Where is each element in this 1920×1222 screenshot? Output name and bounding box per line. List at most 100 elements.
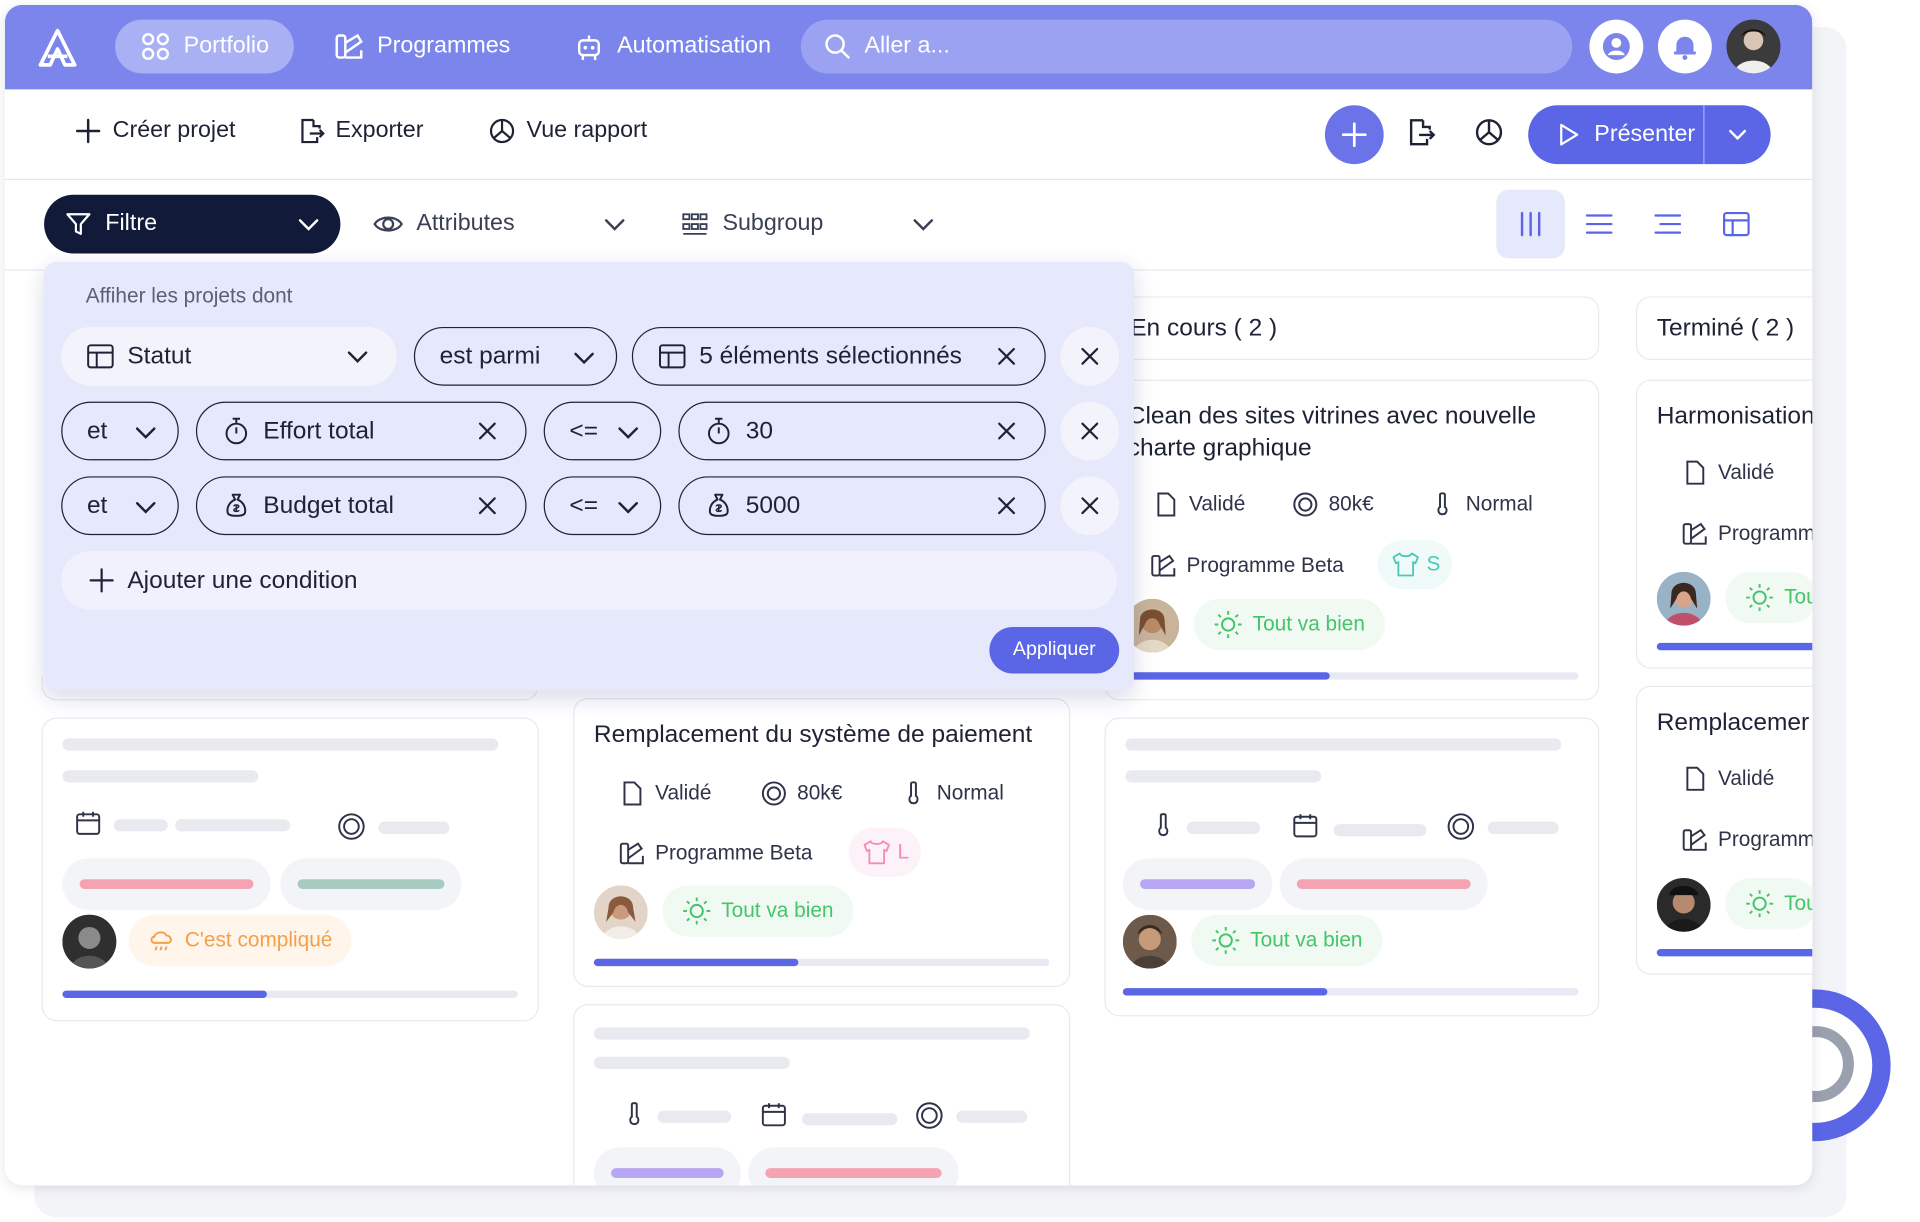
global-search-input[interactable]: Aller a... [800, 19, 1573, 74]
assignee-avatar [62, 914, 117, 969]
present-split-button: Présenter [1528, 105, 1771, 165]
left-card-2[interactable]: C'est compliqué [41, 717, 539, 1022]
nav-programmes[interactable]: Programmes [309, 20, 535, 74]
plus-icon [1341, 122, 1367, 148]
priority-label: Normal [936, 781, 1004, 805]
present-button[interactable]: Présenter [1528, 105, 1705, 165]
health-badge: C'est compliqué [128, 914, 352, 967]
filter-field-label: Effort total [263, 416, 375, 444]
plus-icon [89, 568, 114, 593]
table-icon [659, 344, 686, 369]
remove-condition-button[interactable] [1060, 401, 1120, 461]
filter-field-select[interactable]: Budget total [195, 476, 527, 536]
filter-connector-select[interactable]: et [61, 476, 179, 536]
assignee-avatar [1122, 914, 1177, 969]
notifications-button[interactable] [1657, 19, 1712, 74]
remove-condition-button[interactable] [1060, 476, 1120, 536]
filter-bar: Filtre Attributes Subgroup [4, 180, 1813, 271]
attributes-dropdown[interactable]: Attributes [355, 194, 647, 254]
project-card-payment[interactable]: Remplacement du système de paiement Vali… [573, 697, 1071, 987]
filter-operator-select[interactable]: <= [543, 476, 662, 536]
middle-card-2[interactable] [573, 1004, 1071, 1186]
nav-portfolio[interactable]: Portfolio [115, 19, 294, 74]
project-card-en-cours-2[interactable]: Tout va bien [1104, 717, 1600, 1017]
nav-automatisation-label: Automatisation [617, 33, 772, 59]
health-label: Tout va bien [1250, 928, 1363, 952]
create-project-button[interactable]: Créer projet [73, 116, 236, 145]
filter-panel-label: Affiher les projets dont [85, 284, 293, 308]
filter-connector-select[interactable]: et [61, 401, 179, 461]
user-icon [1602, 33, 1630, 61]
progress-fill [62, 990, 268, 998]
health-label: C'est compliqué [184, 928, 333, 952]
add-floating-button[interactable] [1324, 105, 1384, 165]
column-header-termine[interactable]: Terminé ( 2 ) [1635, 296, 1813, 361]
project-card-remplacement[interactable]: Remplacemer Validé Programm Tou [1635, 685, 1813, 975]
filter-field-label: Budget total [263, 491, 394, 519]
export-label: Exporter [335, 117, 424, 144]
portfolio-icon [142, 33, 169, 61]
close-icon[interactable] [474, 492, 501, 519]
report-view-button[interactable]: Vue rapport [487, 116, 647, 145]
filter-field-select[interactable]: Statut [61, 326, 397, 386]
status-label: Validé [655, 781, 712, 805]
report-icon-button[interactable] [1465, 108, 1514, 157]
status-meta: Validé [1152, 491, 1245, 518]
column-header-en-cours[interactable]: En cours ( 2 ) [1104, 296, 1600, 361]
close-icon[interactable] [993, 343, 1020, 370]
nav-automatisation[interactable]: Automatisation [549, 20, 796, 74]
robot-icon [577, 35, 601, 61]
health-badge: Tout va bien [662, 885, 854, 937]
export-button[interactable]: Exporter [296, 116, 423, 145]
coins-icon [916, 1102, 943, 1129]
money-bag-icon [226, 493, 247, 517]
coins-icon [1293, 492, 1318, 517]
apply-filter-button[interactable]: Appliquer [989, 626, 1120, 674]
remove-condition-button[interactable] [1060, 326, 1120, 386]
document-icon [1686, 766, 1705, 791]
filter-operator-label: <= [569, 491, 598, 519]
app-logo-icon[interactable] [37, 27, 79, 69]
create-project-label: Créer projet [112, 117, 236, 144]
chevron-down-icon [135, 502, 156, 514]
status-meta: Validé [618, 780, 711, 807]
profile-button[interactable] [1589, 19, 1644, 74]
skeleton-line [378, 821, 450, 834]
skeleton-tag [1122, 858, 1273, 910]
progress-fill [1122, 988, 1328, 996]
card-title-line2: charte graphique [1127, 434, 1312, 462]
skeleton-line [1186, 821, 1261, 834]
close-icon[interactable] [474, 418, 501, 445]
filter-dropdown[interactable]: Filtre [44, 194, 341, 254]
close-icon[interactable] [993, 492, 1020, 519]
skeleton-line [62, 738, 499, 751]
view-list-button[interactable] [1565, 190, 1634, 259]
view-kanban-button[interactable] [1496, 189, 1565, 259]
filter-field-select[interactable]: Effort total [195, 401, 527, 461]
stopwatch-icon [708, 417, 730, 445]
status-meta: Validé [1681, 459, 1774, 486]
filter-value-select[interactable]: 5 éléments sélectionnés [631, 326, 1046, 386]
user-avatar[interactable] [1726, 19, 1781, 74]
filter-value-input[interactable]: 30 [678, 401, 1046, 461]
close-icon[interactable] [993, 418, 1020, 445]
view-gantt-button[interactable] [1633, 190, 1702, 259]
attributes-label: Attributes [416, 210, 515, 237]
subgroup-dropdown[interactable]: Subgroup [663, 194, 956, 254]
chevron-down-icon [135, 427, 156, 439]
filter-operator-select[interactable]: est parmi [413, 326, 618, 386]
skeleton-tag [593, 1147, 741, 1186]
skeleton-line [593, 1027, 1030, 1040]
skeleton-line [62, 770, 259, 783]
thermometer-icon [1437, 492, 1448, 516]
view-table-button[interactable] [1702, 190, 1771, 259]
gantt-icon [1654, 214, 1682, 234]
present-dropdown-button[interactable] [1705, 122, 1771, 146]
export-icon-button[interactable] [1396, 108, 1445, 157]
filter-value-input[interactable]: 5000 [678, 476, 1046, 536]
add-condition-button[interactable]: Ajouter une condition [61, 551, 1117, 610]
project-card-clean-sites[interactable]: Clean des sites vitrines avec nouvelle c… [1104, 379, 1600, 701]
project-card-harmonisation[interactable]: Harmonisation Validé Programm Tou [1635, 379, 1813, 669]
filter-operator-select[interactable]: <= [543, 401, 662, 461]
skeleton-line [113, 819, 168, 832]
